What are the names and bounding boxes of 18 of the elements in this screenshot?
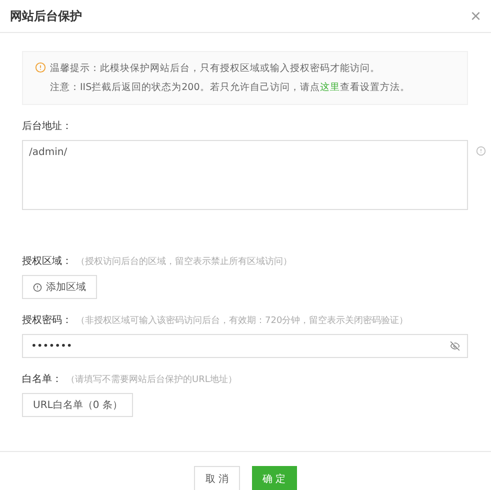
field-hint: （请填写不需要网站后台保护的URL地址） bbox=[66, 374, 237, 386]
eye-off-icon[interactable] bbox=[450, 341, 460, 351]
warning-icon bbox=[35, 62, 46, 73]
admin-path-field[interactable]: /admin/ bbox=[22, 140, 468, 210]
dialog-title: 网站后台保护 bbox=[10, 8, 82, 24]
field-label: 后台地址： bbox=[22, 120, 72, 133]
field-label: 授权区域： bbox=[22, 254, 72, 268]
whitelist-button[interactable]: URL白名单（0 条） bbox=[22, 393, 134, 417]
password-field[interactable]: ••••••• bbox=[22, 334, 468, 358]
info-icon bbox=[476, 146, 486, 156]
notice-text: 注意：IIS拦截后返回的状态为200。若只允许自己访问，请点这里查看设置方法。 bbox=[50, 81, 410, 94]
field-hint: （授权访问后台的区域，留空表示禁止所有区域访问） bbox=[76, 256, 292, 268]
add-region-button[interactable]: 添加区域 bbox=[22, 275, 97, 299]
notice-text: 温馨提示：此模块保护网站后台，只有授权区域或输入授权密码才能访问。 bbox=[50, 62, 381, 75]
field-label: 授权密码： bbox=[22, 314, 72, 327]
field-label: 白名单： bbox=[22, 372, 62, 386]
cancel-button[interactable]: 取 消 bbox=[194, 466, 240, 490]
field-hint: （非授权区域可输入该密码访问后台，有效期：720分钟，留空表示关闭密码验证） bbox=[76, 314, 408, 327]
